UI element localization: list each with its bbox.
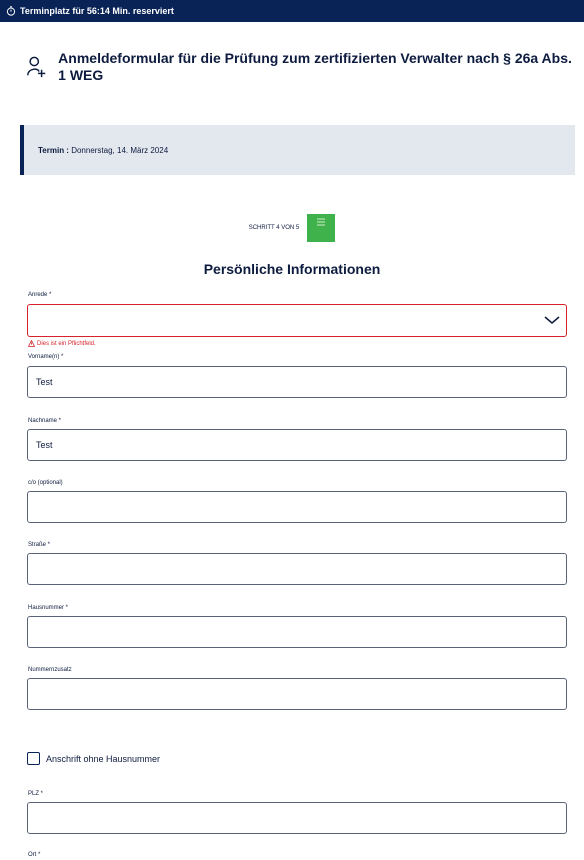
page-title: Anmeldeformular für die Prüfung zum zert… bbox=[58, 50, 572, 83]
section-title: Persönliche Informationen bbox=[203, 261, 381, 277]
step-indicator: SCHRITT 4 VON 5 bbox=[0, 214, 584, 242]
street-label: Straße * bbox=[28, 542, 51, 548]
appointment-date: Donnerstag, 14. März 2024 bbox=[68, 145, 169, 155]
step-badge bbox=[307, 214, 336, 242]
appointment-label: Termin : bbox=[38, 145, 69, 155]
reservation-text: Terminplatz für 56:14 Min. reserviert bbox=[20, 6, 174, 16]
reservation-bar: Terminplatz für 56:14 Min. reserviert bbox=[0, 0, 584, 22]
form-list-icon bbox=[317, 218, 326, 226]
city-label: Ort * bbox=[28, 852, 41, 858]
postal-code-field[interactable] bbox=[27, 802, 567, 834]
house-number-suffix-field[interactable] bbox=[27, 678, 567, 710]
no-house-number-label: Anschrift ohne Hausnummer bbox=[46, 753, 161, 764]
salutation-error-text: Dies ist ein Pflichtfeld. bbox=[37, 340, 96, 347]
last-name-label: Nachname * bbox=[28, 418, 62, 424]
stopwatch-icon bbox=[6, 6, 16, 16]
no-house-number-checkbox[interactable] bbox=[27, 752, 40, 765]
last-name-field[interactable]: Test bbox=[27, 429, 567, 461]
appointment-banner: Termin : Donnerstag, 14. März 2024 bbox=[20, 125, 575, 175]
chevron-down-icon bbox=[544, 316, 560, 324]
first-name-value: Test bbox=[36, 377, 53, 387]
house-number-field[interactable] bbox=[27, 616, 567, 648]
first-name-label: Vorname(n) * bbox=[28, 354, 64, 360]
salutation-select[interactable] bbox=[27, 304, 567, 337]
salutation-error: Dies ist ein Pflichtfeld. bbox=[28, 340, 96, 347]
first-name-field[interactable]: Test bbox=[27, 366, 567, 398]
street-field[interactable] bbox=[27, 553, 567, 585]
salutation-label: Anrede * bbox=[28, 292, 52, 298]
no-house-number-option[interactable]: Anschrift ohne Hausnummer bbox=[27, 752, 160, 765]
house-number-label: Hausnummer * bbox=[28, 605, 69, 611]
house-number-suffix-label: Nummernzusatz bbox=[28, 667, 72, 673]
care-of-field[interactable] bbox=[27, 491, 567, 523]
care-of-label: c/o (optional) bbox=[28, 480, 63, 486]
warning-icon bbox=[28, 340, 35, 347]
add-person-icon bbox=[27, 56, 46, 78]
postal-code-label: PLZ * bbox=[28, 791, 44, 797]
step-text: SCHRITT 4 VON 5 bbox=[248, 225, 300, 231]
page-header: Anmeldeformular für die Prüfung zum zert… bbox=[26, 50, 574, 84]
last-name-value: Test bbox=[36, 440, 53, 450]
